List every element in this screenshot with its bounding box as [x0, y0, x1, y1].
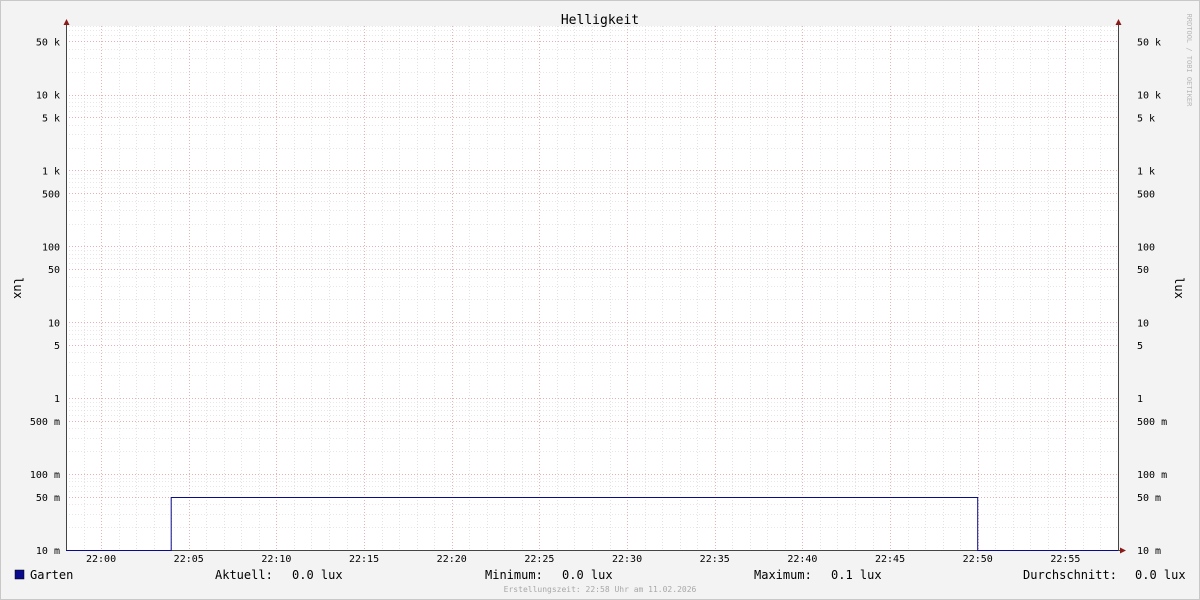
y-axis-label-right: lux — [1172, 277, 1186, 299]
y-axis-label-left: lux — [11, 277, 25, 299]
y-axis-arrow-right — [1115, 19, 1122, 25]
legend: Garten Aktuell: 0.0 lux Minimum: 0.0 lux… — [14, 568, 1186, 582]
x-tick-label: 22:00 — [86, 554, 116, 565]
y-tick-label-left: 1 k — [42, 166, 60, 177]
legend-stat-value: 0.0 lux — [1135, 568, 1186, 582]
legend-stat-label: Aktuell: — [215, 568, 273, 582]
chart-svg: 50 k 10 k 5 k 1 k 500 100 50 10 5 1 500 m 100 m 50 m… — [11, 13, 1193, 594]
legend-stat-value: 0.0 lux — [562, 568, 613, 582]
y-tick-label-left: 500 — [42, 189, 60, 200]
y-tick-label-left: 1 — [54, 394, 60, 405]
y-tick-label-right: 5 k — [1137, 113, 1155, 124]
x-ticks: 22:00 22:05 22:10 22:15 22:20 22:25 22:30 22:35… — [86, 554, 1080, 565]
y-tick-label-right: 50 m — [1137, 493, 1161, 504]
legend-stat-value: 0.1 lux — [831, 568, 882, 582]
x-tick-label: 22:05 — [174, 554, 204, 565]
x-tick-label: 22:35 — [700, 554, 730, 565]
y-ticks-left: 50 k 10 k 5 k 1 k 500 100 50 10 5 1 500 m 100 m 50 m… — [30, 37, 60, 557]
y-tick-label-right: 1 k — [1137, 166, 1155, 177]
legend-swatch — [14, 569, 25, 580]
x-tick-label: 22:25 — [524, 554, 554, 565]
y-tick-label-left: 10 m — [36, 546, 60, 557]
y-tick-label-left: 100 m — [30, 470, 60, 481]
legend-stat-value: 0.0 lux — [292, 568, 343, 582]
x-tick-label: 22:50 — [963, 554, 993, 565]
legend-stat-label: Durchschnitt: — [1023, 568, 1117, 582]
x-axis-arrow — [1120, 547, 1126, 554]
y-tick-label-right: 50 k — [1137, 37, 1161, 48]
y-tick-label-right: 1 — [1137, 394, 1143, 405]
x-tick-label: 22:30 — [612, 554, 642, 565]
x-tick-label: 22:15 — [349, 554, 379, 565]
y-tick-label-right: 50 — [1137, 265, 1149, 276]
x-tick-label: 22:45 — [875, 554, 905, 565]
legend-stat-label: Minimum: — [485, 568, 543, 582]
y-tick-label-right: 100 — [1137, 242, 1155, 253]
x-tick-label: 22:10 — [261, 554, 291, 565]
y-tick-label-right: 10 — [1137, 318, 1149, 329]
y-ticks-right: 50 k 10 k 5 k 1 k 500 100 50 10 5 1 500 m 100 m 50 m… — [1137, 37, 1167, 557]
x-tick-label: 22:55 — [1050, 554, 1080, 565]
y-tick-label-right: 5 — [1137, 341, 1143, 352]
y-tick-label-left: 50 — [48, 265, 60, 276]
y-tick-label-left: 5 k — [42, 113, 60, 124]
x-tick-label: 22:40 — [787, 554, 817, 565]
y-tick-label-left: 50 k — [36, 37, 60, 48]
rrdtool-watermark: RRDTOOL / TOBI OETIKER — [1185, 14, 1193, 108]
y-tick-label-left: 10 k — [36, 91, 60, 102]
y-tick-label-left: 100 — [42, 242, 60, 253]
legend-series-name: Garten — [30, 568, 73, 582]
y-tick-label-left: 5 — [54, 341, 60, 352]
legend-stat-label: Maximum: — [754, 568, 812, 582]
y-tick-label-right: 100 m — [1137, 470, 1167, 481]
y-tick-label-right: 500 m — [1137, 417, 1167, 428]
y-tick-label-right: 10 m — [1137, 546, 1161, 557]
y-axis-arrow-left — [63, 19, 70, 25]
y-tick-label-right: 10 k — [1137, 91, 1161, 102]
y-tick-label-left: 10 — [48, 318, 60, 329]
y-tick-label-left: 50 m — [36, 493, 60, 504]
footer-timestamp: Erstellungszeit: 22:58 Uhr am 11.02.2026 — [504, 585, 697, 594]
x-tick-label: 22:20 — [437, 554, 467, 565]
chart-title: Helligkeit — [561, 13, 639, 28]
y-tick-label-right: 500 — [1137, 189, 1155, 200]
y-tick-label-left: 500 m — [30, 417, 60, 428]
